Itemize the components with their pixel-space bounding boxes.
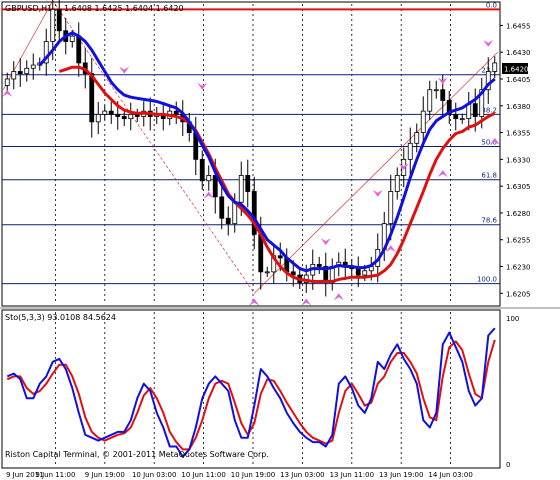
- candle-body: [121, 116, 127, 120]
- stochastic-signal-line: [6, 339, 496, 451]
- trendline: [52, 0, 255, 294]
- candle-body: [264, 271, 270, 274]
- candle-body: [17, 71, 23, 75]
- candle-body: [394, 175, 400, 192]
- sell-arrow: [197, 82, 208, 90]
- stochastic-axis: 100 0: [506, 315, 519, 469]
- price-tick-label: 1.6455: [506, 22, 531, 30]
- candle-body: [427, 89, 433, 112]
- price-tick-label: 1.6405: [506, 76, 531, 84]
- stochastic-tick-label: 100: [506, 315, 519, 323]
- candle-body: [245, 175, 251, 192]
- candle-body: [225, 217, 231, 225]
- candle-body: [355, 268, 361, 276]
- stochastic-lines: [6, 327, 496, 458]
- fib-level-label: 0.0: [486, 1, 497, 9]
- chart-header-symbol: GBPUSD,H1: [5, 4, 52, 13]
- buy-arrow: [249, 298, 260, 306]
- time-tick-label: 13 Jun 03:00: [280, 471, 324, 479]
- candle-body: [102, 110, 108, 115]
- price-tick-label: 1.6230: [506, 264, 531, 272]
- candle-body: [199, 158, 205, 182]
- buy-arrow: [203, 191, 214, 199]
- stochastic-header: Sto(5,3,3) 93.0108 84.5624: [5, 313, 116, 322]
- candle-body: [459, 118, 465, 121]
- candle-body: [492, 62, 498, 72]
- time-tick-label: 10 Jun 19:00: [231, 471, 275, 479]
- candle-body: [95, 113, 101, 123]
- price-tick-label: 1.6305: [506, 183, 531, 191]
- time-tick-label: 14 Jun 03:00: [428, 471, 472, 479]
- candle-body: [414, 132, 420, 144]
- candle-body: [433, 89, 439, 92]
- candle-body: [362, 270, 368, 276]
- time-tick-label: 9 Jun 19:00: [85, 471, 125, 479]
- candle-body: [453, 113, 459, 120]
- candle-body: [440, 89, 446, 101]
- candle-body: [30, 64, 36, 69]
- candle-body: [212, 175, 218, 198]
- candle-body: [115, 113, 121, 117]
- price-chart-window[interactable]: 0.023.638.250.061.878.6100.0 1.64551.643…: [0, 0, 560, 480]
- buy-arrow: [333, 293, 344, 301]
- candle-body: [128, 113, 134, 120]
- candle-body: [219, 196, 225, 219]
- time-tick-label: 13 Jun 19:00: [379, 471, 423, 479]
- copyright-footer: Riston Capital Terminal, © 2001-2011 Met…: [5, 450, 269, 459]
- price-tick-label: 1.6205: [506, 290, 531, 298]
- candle-body: [69, 35, 75, 42]
- candle-body: [173, 110, 179, 115]
- time-tick-label: 10 Jun 11:00: [181, 471, 225, 479]
- candle-body: [89, 73, 95, 123]
- candle-body: [11, 71, 17, 80]
- sell-arrow: [320, 238, 331, 246]
- fib-level-label: 100.0: [477, 276, 497, 284]
- time-axis: 9 Jun 20119 Jun 11:00 9 Jun 19:00 10 Jun 0…: [6, 471, 473, 479]
- time-tick-label: 10 Jun 03:00: [132, 471, 176, 479]
- buy-arrow: [2, 89, 13, 97]
- candle-body: [24, 67, 30, 75]
- candlestick-series: [4, 0, 498, 297]
- stochastic-tick-label: 0: [506, 461, 510, 469]
- fib-level-label: 61.8: [481, 172, 497, 180]
- candle-body: [388, 191, 394, 225]
- fast-moving-average: [38, 31, 496, 273]
- candle-body: [238, 175, 244, 203]
- candle-body: [56, 8, 62, 32]
- candle-body: [316, 263, 322, 267]
- trading-terminal: 0.0 23.6 38.2 50.0 61.8 78.6 100.0 1.6455 1.643…: [0, 0, 560, 480]
- price-tick-label: 1.6280: [506, 210, 531, 218]
- price-tick-label: 1.6255: [506, 237, 531, 245]
- price-tick-label: 1.6430: [506, 49, 531, 57]
- candle-body: [472, 103, 478, 117]
- candle-body: [4, 78, 10, 86]
- moving-average-lines: [38, 31, 496, 283]
- candle-body: [76, 35, 82, 64]
- sell-arrow: [372, 189, 383, 197]
- price-tick-label: 1.6330: [506, 156, 531, 164]
- candle-body: [206, 175, 212, 182]
- time-tick-label: 13 Jun 11:00: [330, 471, 374, 479]
- fib-level-label: 78.6: [481, 217, 497, 225]
- sell-arrow: [483, 39, 494, 47]
- price-tick-label: 1.6380: [506, 103, 531, 111]
- candle-body: [407, 142, 413, 160]
- current-price-label: 1.6420: [504, 66, 529, 74]
- buy-arrow: [437, 170, 448, 178]
- candle-body: [420, 110, 426, 133]
- sell-arrow: [119, 66, 130, 74]
- price-tick-label: 1.6355: [506, 130, 531, 138]
- candle-body: [108, 110, 114, 115]
- chart-header-ohlc: 1.6408 1.6425 1.6404 1.6420: [64, 4, 184, 13]
- sell-arrow: [45, 0, 47, 1]
- candle-body: [277, 255, 283, 259]
- time-tick-label: 9 Jun 11:00: [35, 471, 75, 479]
- candle-body: [50, 8, 56, 42]
